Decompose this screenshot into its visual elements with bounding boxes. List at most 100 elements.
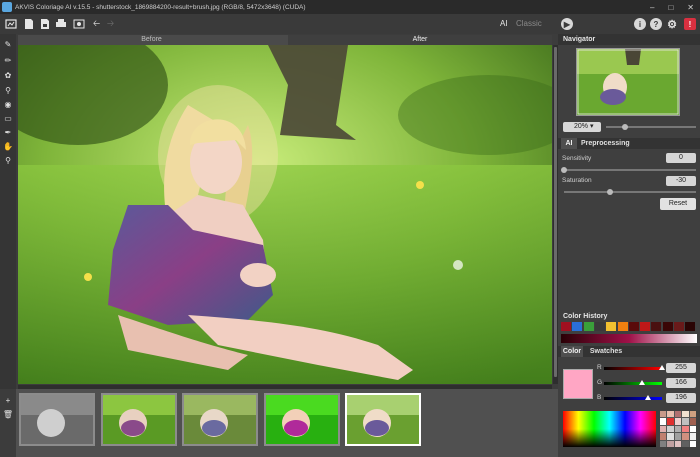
tab-swatches[interactable]: Swatches [587, 346, 625, 357]
mode-ai[interactable]: AI [500, 19, 508, 28]
g-slider[interactable] [604, 382, 662, 385]
mode-classic[interactable]: Classic [516, 19, 542, 28]
maximize-button[interactable]: □ [668, 3, 673, 12]
palette-swatch[interactable] [682, 418, 689, 425]
run-icon[interactable]: ▶ [561, 18, 573, 30]
current-color-swatch[interactable] [563, 369, 593, 399]
r-slider-knob[interactable] [659, 365, 665, 370]
history-swatch[interactable] [594, 322, 605, 331]
palette-swatch[interactable] [667, 433, 674, 440]
palette-swatch[interactable] [674, 433, 682, 440]
history-swatch[interactable] [640, 322, 651, 331]
history-swatch[interactable] [662, 322, 673, 331]
thumbnail-bw[interactable] [19, 393, 95, 446]
palette-swatch[interactable] [660, 418, 667, 425]
sensitivity-slider-track[interactable] [564, 169, 696, 171]
reset-button[interactable]: Reset [660, 198, 696, 210]
gear-icon[interactable]: ⚙ [666, 18, 678, 31]
palette-swatch[interactable] [667, 440, 674, 447]
palette-swatch[interactable] [689, 418, 696, 425]
palette-swatch[interactable] [667, 418, 674, 425]
g-slider-knob[interactable] [639, 380, 645, 385]
keep-color-icon[interactable]: ◉ [2, 98, 14, 110]
sensitivity-value[interactable]: 0 [666, 153, 696, 163]
save-file-icon[interactable] [38, 17, 51, 30]
g-label: G [597, 379, 603, 386]
add-thumbnail-icon[interactable]: + [2, 394, 14, 406]
saturation-value[interactable]: -30 [666, 176, 696, 186]
r-value[interactable]: 255 [666, 363, 696, 373]
palette-swatch[interactable] [674, 440, 682, 447]
batch-icon[interactable] [72, 17, 85, 30]
history-swatch[interactable] [617, 322, 628, 331]
palette-swatch[interactable] [667, 425, 674, 433]
palette-swatch[interactable] [660, 433, 667, 440]
palette-swatch[interactable] [682, 411, 689, 418]
palette-swatch[interactable] [660, 425, 667, 433]
close-button[interactable]: ✕ [687, 3, 694, 12]
palette-swatch[interactable] [660, 440, 667, 447]
history-swatch[interactable] [561, 322, 571, 331]
palette-swatch[interactable] [689, 411, 696, 418]
info-icon[interactable]: i [634, 18, 646, 30]
minimize-button[interactable]: – [650, 3, 654, 12]
eyedropper-icon[interactable]: ✒ [2, 126, 14, 138]
b-slider-knob[interactable] [645, 395, 651, 400]
zoom-icon[interactable]: ⚲ [2, 154, 14, 166]
thumbnail-color-2[interactable] [182, 393, 258, 446]
zoom-slider-track[interactable] [606, 126, 696, 128]
palette-swatch[interactable] [689, 425, 696, 433]
help-icon[interactable]: ? [650, 18, 662, 30]
history-swatch[interactable] [674, 322, 684, 331]
tab-before[interactable]: Before [18, 35, 285, 45]
magic-tube-icon[interactable]: ⚲ [2, 84, 14, 96]
tab-color[interactable]: Color [561, 346, 583, 357]
hand-icon[interactable]: ✋ [2, 140, 14, 152]
sensitivity-slider-knob[interactable] [561, 167, 567, 173]
color-history-gradient[interactable] [561, 334, 697, 343]
saturation-slider-track[interactable] [564, 191, 696, 193]
tab-preprocessing[interactable]: Preprocessing [581, 138, 630, 149]
home-icon[interactable] [4, 17, 17, 30]
r-slider[interactable] [604, 367, 662, 370]
thumbnail-color-1[interactable] [101, 393, 177, 446]
palette-swatch[interactable] [674, 418, 682, 425]
palette-swatch[interactable] [674, 411, 682, 418]
undo-icon[interactable]: 🡠 [90, 17, 103, 30]
palette-swatch[interactable] [660, 411, 667, 418]
thumbnail-vivid[interactable] [264, 393, 340, 446]
stroke-brush-icon[interactable]: ✏ [2, 54, 14, 66]
chevron-down-icon: ▾ [589, 123, 594, 130]
redo-icon[interactable]: 🡢 [104, 17, 117, 30]
palette-swatch[interactable] [682, 440, 689, 447]
palette-swatch[interactable] [682, 433, 689, 440]
thumbnail-selected[interactable] [345, 393, 421, 446]
b-slider[interactable] [604, 397, 662, 400]
donate-icon[interactable]: ! [684, 18, 696, 30]
trash-icon[interactable]: 🗑 [2, 408, 14, 420]
eraser-icon[interactable]: ▭ [2, 112, 14, 124]
palette-swatch[interactable] [682, 425, 689, 433]
image-canvas[interactable] [18, 45, 552, 384]
history-swatch[interactable] [651, 322, 662, 331]
palette-swatch[interactable] [689, 440, 696, 447]
navigator-preview[interactable] [576, 48, 680, 116]
pencil-icon[interactable]: ✎ [2, 38, 14, 50]
palette-swatch[interactable] [667, 411, 674, 418]
color-brush-icon[interactable]: ✿ [2, 69, 14, 81]
g-value[interactable]: 166 [666, 378, 696, 388]
print-icon[interactable] [54, 17, 67, 30]
history-swatch[interactable] [583, 322, 594, 331]
history-swatch[interactable] [606, 322, 617, 331]
palette-swatch[interactable] [689, 433, 696, 440]
tab-after[interactable]: After [288, 35, 552, 45]
zoom-slider-knob[interactable] [622, 124, 628, 130]
open-file-icon[interactable] [22, 17, 35, 30]
zoom-select[interactable]: 20% ▾ [563, 122, 601, 132]
history-swatch[interactable] [628, 322, 639, 331]
history-swatch[interactable] [572, 322, 583, 331]
b-value[interactable]: 196 [666, 393, 696, 403]
history-swatch[interactable] [685, 322, 696, 331]
tab-ai[interactable]: AI [561, 138, 577, 149]
palette-swatch[interactable] [674, 425, 682, 433]
